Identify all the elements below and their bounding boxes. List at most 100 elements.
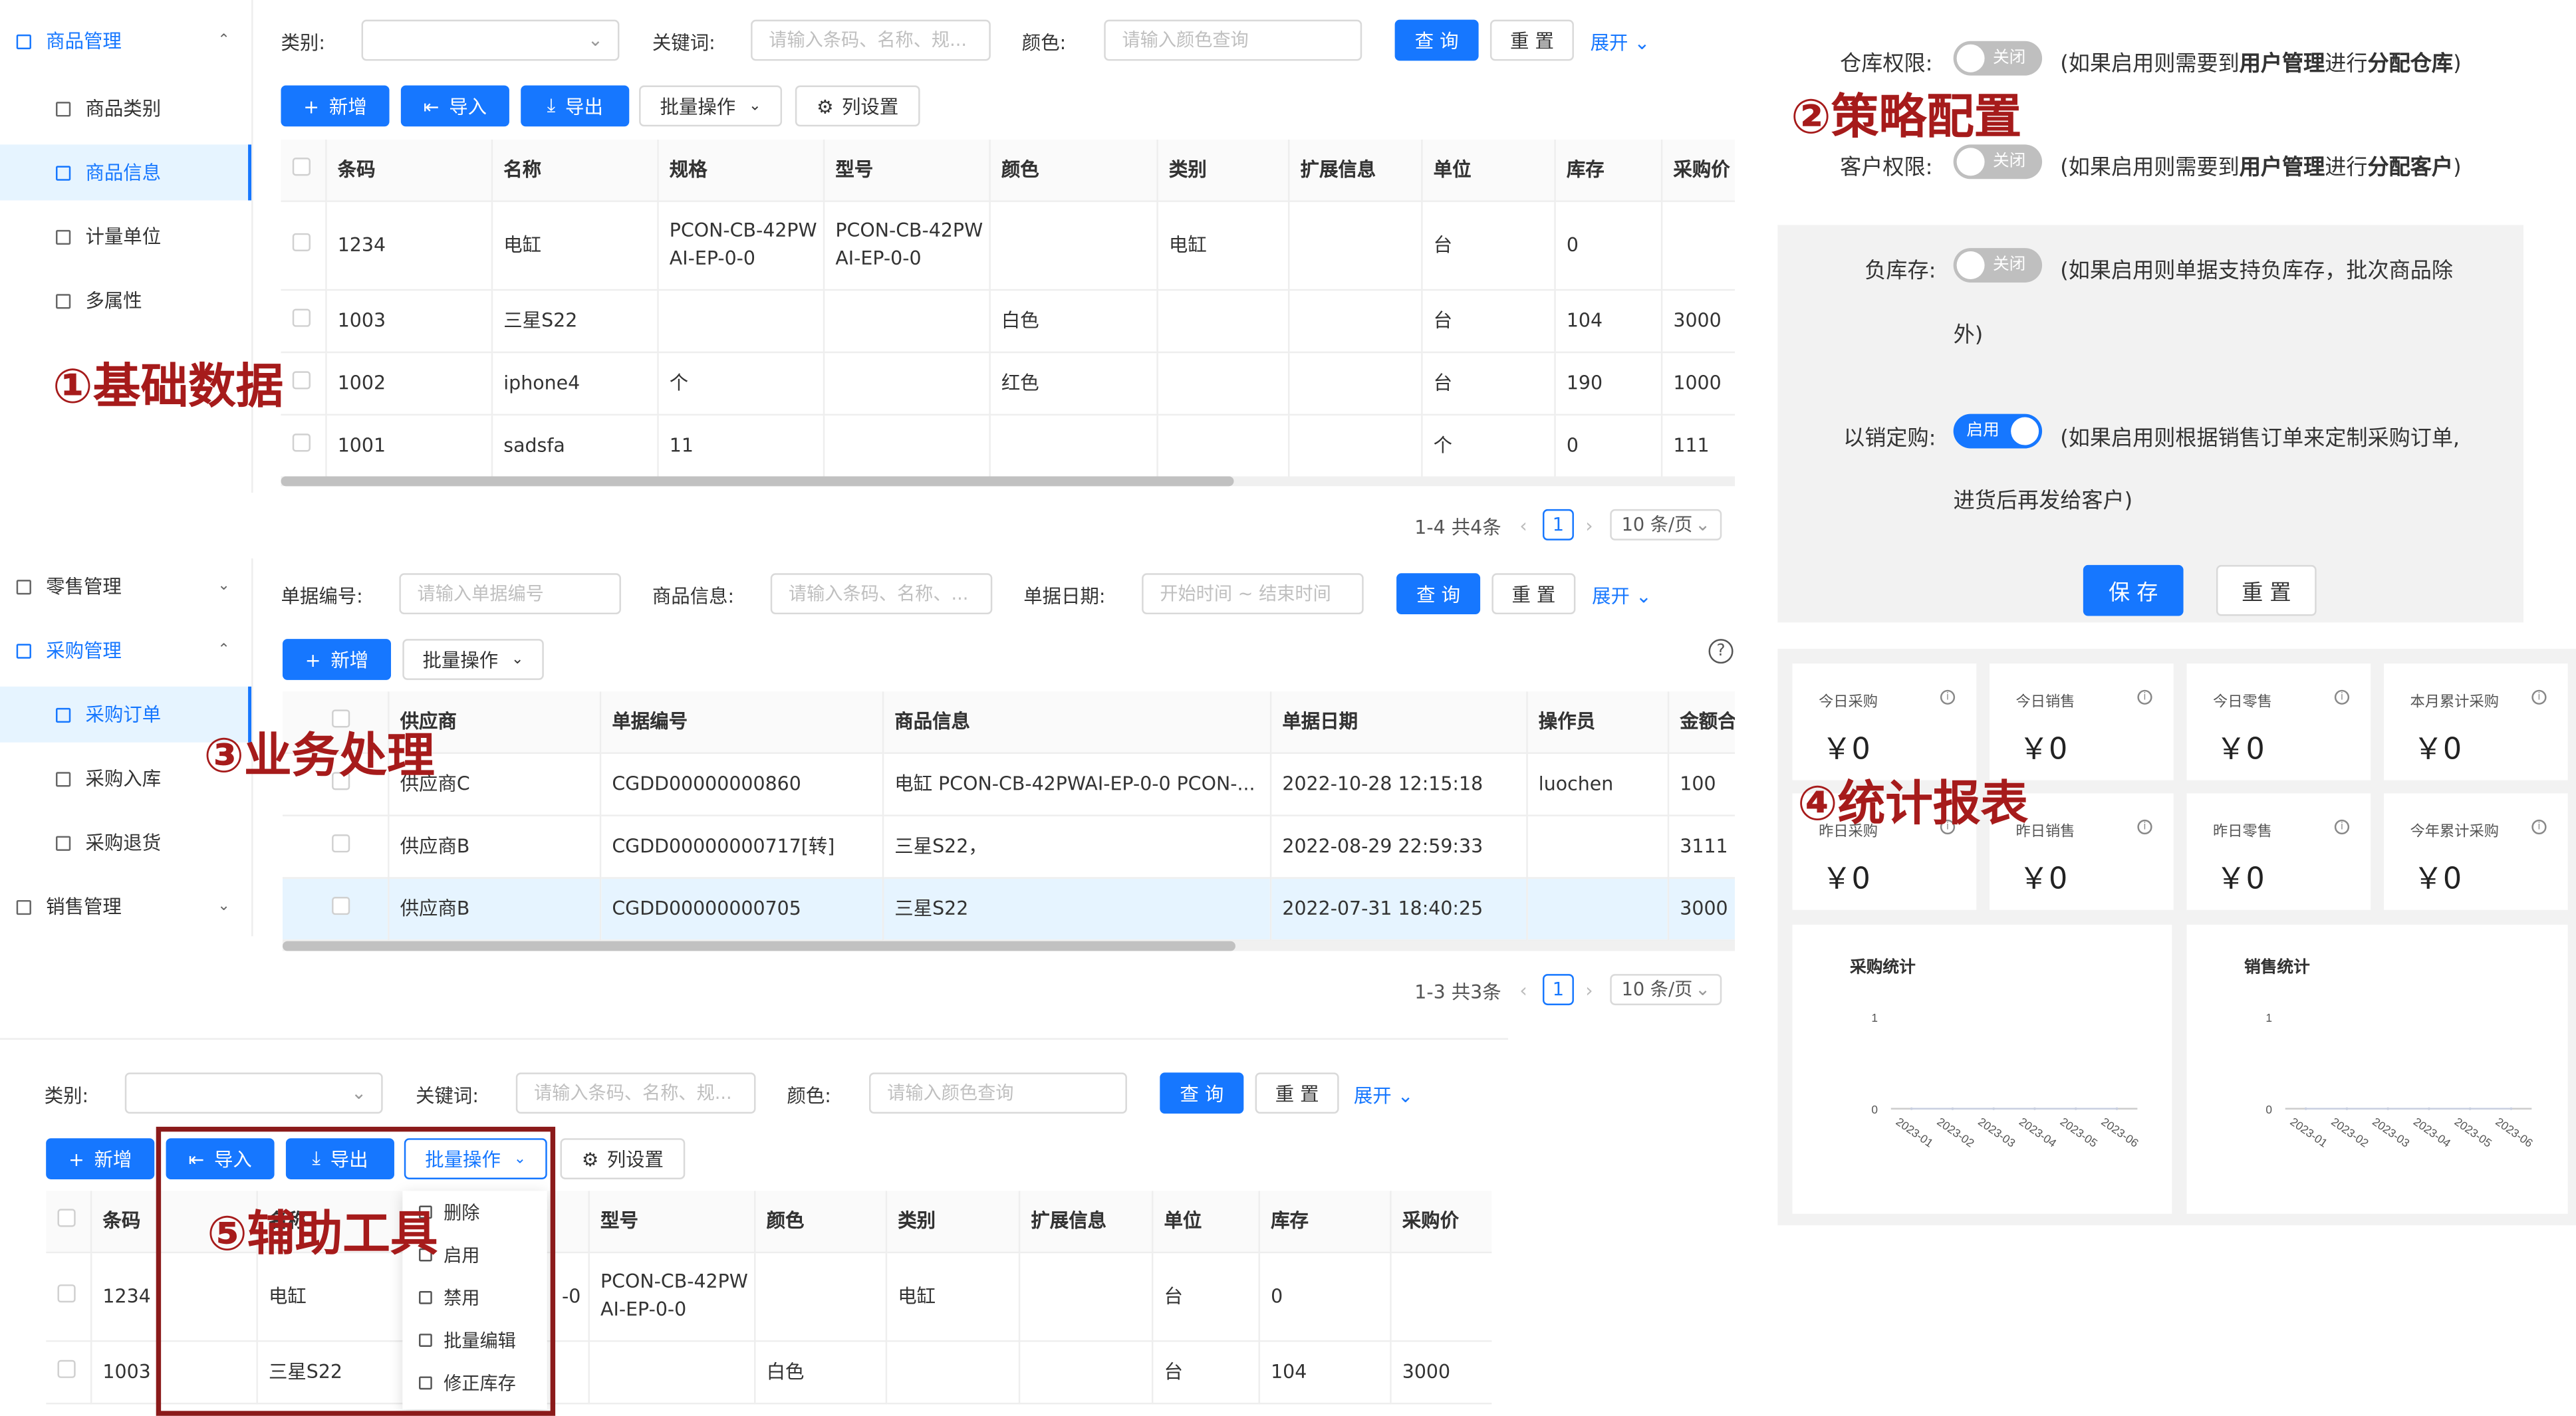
cell: iphone4 xyxy=(491,351,658,415)
menu-group-retail[interactable]: 零售管理 ⌄ xyxy=(0,558,253,614)
info-icon[interactable]: i xyxy=(2334,819,2350,835)
menu-group-goods[interactable]: 商品管理 ⌃ xyxy=(0,13,253,69)
customer-permission-toggle[interactable]: 关闭 xyxy=(1953,144,2043,179)
expand-link[interactable]: 展开 ⌄ xyxy=(1591,29,1650,56)
x-tick-label: 2023-02 xyxy=(2329,1115,2371,1150)
note-text: 进行 xyxy=(2325,156,2368,181)
next-page-icon[interactable]: › xyxy=(1585,979,1593,1003)
export-button[interactable]: ⤓ 导出 xyxy=(521,85,630,127)
row-checkbox[interactable] xyxy=(331,897,350,915)
keyword-input[interactable]: 请输入条码、名称、规... xyxy=(751,19,991,61)
add-button[interactable]: + 新增 xyxy=(282,639,392,680)
info-icon[interactable]: i xyxy=(2531,689,2547,705)
reset-button[interactable]: 重 置 xyxy=(1489,19,1574,61)
batch-button[interactable]: 批量操作 ⌄ xyxy=(639,85,783,127)
purchase-chart-card: 采购统计 1 0 2023-01 2023-02 2023-03 2023-04 2023-… xyxy=(1792,925,2172,1214)
reset-button[interactable]: 重 置 xyxy=(2216,564,2317,616)
color-input[interactable]: 请输入颜色查询 xyxy=(1104,19,1362,61)
menu-item-goods-info[interactable]: 商品信息 xyxy=(0,144,253,201)
select-all-checkbox[interactable] xyxy=(57,1209,76,1228)
cell: 3000 xyxy=(1390,1340,1492,1404)
toggle-label: 关闭 xyxy=(1992,49,2026,68)
category-label: 类别: xyxy=(44,1084,89,1108)
color-input[interactable]: 请输入颜色查询 xyxy=(869,1072,1127,1114)
table-row[interactable]: 1002 iphone4 个 红色 台 190 1000 xyxy=(281,351,1736,415)
chevron-up-icon: ⌃ xyxy=(217,642,230,659)
reset-button[interactable]: 重 置 xyxy=(1491,573,1576,615)
reset-button[interactable]: 重 置 xyxy=(1255,1072,1339,1114)
table-row[interactable]: 供应商B CGDD00000000717[转] 三星S22， 2022-08-29 2… xyxy=(282,814,1736,878)
column-settings-button[interactable]: ⚙ 列设置 xyxy=(560,1138,686,1179)
row-checkbox[interactable] xyxy=(292,308,311,327)
import-button[interactable]: ⇤ 导入 xyxy=(400,85,509,127)
menu-item-purchase-return[interactable]: 采购退货 xyxy=(0,814,253,870)
query-button[interactable]: 查 询 xyxy=(1394,19,1479,61)
negative-stock-toggle[interactable]: 关闭 xyxy=(1953,248,2043,283)
select-all-checkbox[interactable] xyxy=(292,158,311,176)
annotation-strategy: ②策略配置 xyxy=(1791,88,2022,145)
row-checkbox[interactable] xyxy=(292,433,311,452)
save-button[interactable]: 保 存 xyxy=(2083,564,2184,616)
stat-label: 今年累计采购 xyxy=(2410,824,2499,841)
prev-page-icon[interactable]: ‹ xyxy=(1519,979,1527,1003)
info-icon[interactable]: i xyxy=(1940,689,1956,705)
menu-group-purchase[interactable]: 采购管理 ⌃ xyxy=(0,622,253,678)
menu-item-goods-category[interactable]: 商品类别 xyxy=(0,80,253,136)
query-button[interactable]: 查 询 xyxy=(1160,1072,1244,1114)
date-range-input[interactable]: 开始时间 ~ 结束时间 xyxy=(1142,573,1364,615)
order-no-input[interactable]: 请输入单据编号 xyxy=(399,573,621,615)
page-size-select[interactable]: 10 条/页 ⌄ xyxy=(1610,974,1722,1006)
cell: 个 xyxy=(1421,413,1555,477)
horizontal-scrollbar[interactable] xyxy=(282,941,1235,951)
stat-value: ￥0 xyxy=(2216,862,2265,897)
menu-item-units[interactable]: 计量单位 xyxy=(0,209,253,265)
table-row[interactable]: 1234 电缸 PCON-CB-42PWAI-EP-0-0 PCON-CB-42PWA… xyxy=(281,200,1736,291)
info-icon[interactable]: i xyxy=(2137,689,2152,705)
menu-group-sales[interactable]: 销售管理 ⌄ xyxy=(0,879,253,935)
prev-page-icon[interactable]: ‹ xyxy=(1519,514,1527,537)
row-checkbox[interactable] xyxy=(57,1284,76,1303)
next-page-icon[interactable]: › xyxy=(1585,514,1593,537)
cell: 供应商B xyxy=(388,814,601,878)
row-checkbox[interactable] xyxy=(331,834,350,853)
menu-item-attributes[interactable]: 多属性 xyxy=(0,273,253,328)
query-button[interactable]: 查 询 xyxy=(1396,573,1481,615)
import-icon: ⇤ xyxy=(423,94,440,118)
col-header: 颜色 xyxy=(989,140,1158,201)
cell xyxy=(1288,351,1422,415)
col-header: 库存 xyxy=(1258,1191,1391,1252)
table-row-selected[interactable]: 供应商B CGDD00000000705 三星S22 2022-07-31 18:40… xyxy=(282,877,1736,941)
expand-link[interactable]: 展开 ⌄ xyxy=(1592,583,1652,610)
x-tick-label: 2023-04 xyxy=(2411,1115,2454,1150)
info-icon[interactable]: i xyxy=(2334,689,2350,705)
table-row[interactable]: 供应商C CGDD00000000860 电缸 PCON-CB-42PWAI-EP-… xyxy=(282,752,1736,816)
page-size-select[interactable]: 10 条/页 ⌄ xyxy=(1610,509,1722,540)
goods-table: 条码 名称 规格 型号 颜色 类别 扩展信息 单位 库存 采购价 1234 电缸 PCON-CB-42… xyxy=(281,140,1736,477)
horizontal-scrollbar[interactable] xyxy=(281,476,1234,487)
table-row[interactable]: 1001 sadsfa 11 个 0 111 xyxy=(281,413,1736,477)
sale-to-purchase-note: (如果启用则根据销售订单来定制采购订单, xyxy=(2060,427,2460,452)
table-header-row: 供应商单据编号商品信息单据日期操作员金额合计 xyxy=(282,691,1736,753)
sidebar-divider xyxy=(251,0,253,493)
row-checkbox[interactable] xyxy=(292,371,311,390)
warehouse-permission-toggle[interactable]: 关闭 xyxy=(1953,41,2043,76)
info-icon[interactable]: i xyxy=(2531,819,2547,835)
cell xyxy=(657,289,825,352)
column-settings-button[interactable]: ⚙ 列设置 xyxy=(795,85,920,127)
category-select[interactable]: ⌄ xyxy=(361,19,620,61)
info-icon[interactable]: i xyxy=(2137,819,2152,835)
sale-to-purchase-toggle[interactable]: 启用 xyxy=(1953,413,2043,449)
keyword-input[interactable]: 请输入条码、名称、规... xyxy=(515,1072,756,1114)
add-button[interactable]: + 新增 xyxy=(46,1138,155,1179)
row-checkbox[interactable] xyxy=(57,1359,76,1378)
add-button[interactable]: + 新增 xyxy=(281,85,390,127)
category-select[interactable]: ⌄ xyxy=(124,1072,383,1114)
row-checkbox[interactable] xyxy=(292,233,311,252)
table-row[interactable]: 1003 三星S22 白色 台 104 3000 xyxy=(281,289,1736,352)
expand-link[interactable]: 展开 ⌄ xyxy=(1354,1082,1414,1109)
page-1-button[interactable]: 1 xyxy=(1542,974,1574,1006)
page-1-button[interactable]: 1 xyxy=(1542,509,1574,540)
batch-button[interactable]: 批量操作 ⌄ xyxy=(402,639,544,680)
goods-info-input[interactable]: 请输入条码、名称、... xyxy=(770,573,993,615)
help-icon[interactable]: ? xyxy=(1708,639,1734,664)
